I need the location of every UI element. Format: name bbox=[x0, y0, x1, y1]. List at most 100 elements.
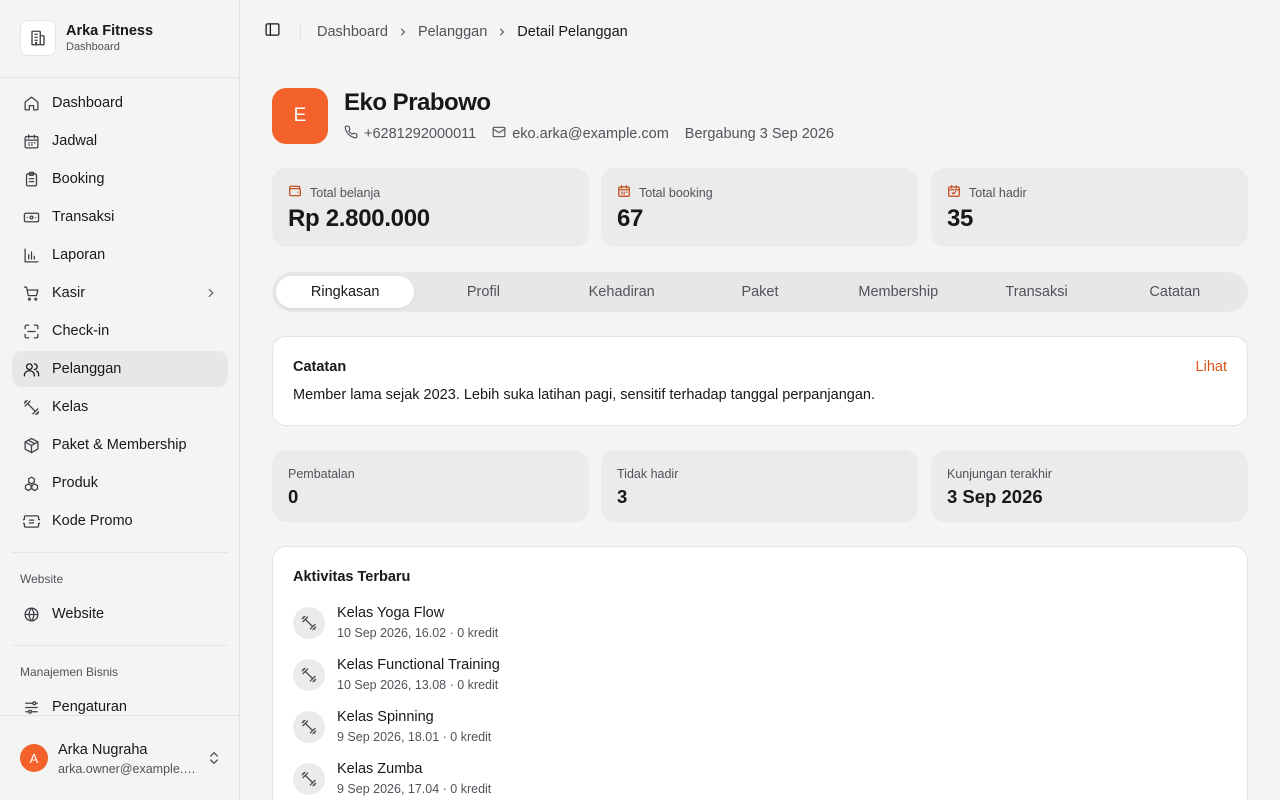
sidebar-item-kasir[interactable]: Kasir bbox=[12, 275, 228, 311]
sidebar-item-pengaturan[interactable]: Pengaturan bbox=[12, 689, 228, 715]
sidebar-item-label: Pelanggan bbox=[52, 361, 122, 377]
calendar-icon bbox=[617, 184, 639, 201]
sidebar-item-label: Produk bbox=[52, 475, 98, 491]
notes-view-link[interactable]: Lihat bbox=[1196, 359, 1227, 375]
sidebar-item-label: Pengaturan bbox=[52, 699, 127, 715]
sidebar-item-transaksi[interactable]: Transaksi bbox=[12, 199, 228, 235]
chevron-right-icon bbox=[397, 26, 409, 38]
tab-transaksi[interactable]: Transaksi bbox=[967, 276, 1105, 308]
stat-label: Tidak hadir bbox=[617, 467, 679, 481]
sidebar-item-label: Paket & Membership bbox=[52, 437, 187, 453]
globe-icon bbox=[22, 605, 40, 623]
calendar-check-icon bbox=[947, 184, 969, 201]
sidebar-item-label: Dashboard bbox=[52, 95, 123, 111]
notes-body: Member lama sejak 2023. Lebih suka latih… bbox=[293, 387, 875, 403]
activity-item-meta: 10 Sep 2026, 16.02 · 0 kredit bbox=[337, 626, 499, 640]
chevron-right-icon bbox=[496, 26, 508, 38]
sidebar-item-check-in[interactable]: Check-in bbox=[12, 313, 228, 349]
sidebar-item-label: Kasir bbox=[52, 285, 86, 301]
sidebar-item-booking[interactable]: Booking bbox=[12, 161, 228, 197]
stat-label: Pembatalan bbox=[288, 467, 355, 481]
sidebar-toggle-button[interactable] bbox=[262, 22, 282, 42]
chevron-right-icon bbox=[204, 286, 218, 305]
breadcrumb-current: Detail Pelanggan bbox=[517, 24, 628, 40]
breadcrumb-dashboard[interactable]: Dashboard bbox=[317, 24, 388, 40]
tab-catatan[interactable]: Catatan bbox=[1106, 276, 1244, 308]
stat-value: 0 bbox=[288, 486, 299, 507]
section-label-website: Website bbox=[20, 572, 64, 586]
activity-item-title: Kelas Zumba bbox=[337, 761, 423, 777]
activity-card: Aktivitas Terbaru Kelas Yoga Flow 10 Sep… bbox=[272, 546, 1248, 800]
sidebar-item-dashboard[interactable]: Dashboard bbox=[12, 85, 228, 121]
tab-membership[interactable]: Membership bbox=[829, 276, 967, 308]
sidebar-item-website[interactable]: Website bbox=[12, 596, 228, 632]
scan-icon bbox=[22, 322, 40, 340]
bar-chart-icon bbox=[22, 246, 40, 264]
sidebar-item-label: Transaksi bbox=[52, 209, 115, 225]
boxes-icon bbox=[22, 474, 40, 492]
activity-item[interactable]: Kelas Yoga Flow 10 Sep 2026, 16.02 · 0 k… bbox=[293, 601, 993, 641]
sidebar-item-kode-promo[interactable]: Kode Promo bbox=[12, 503, 228, 539]
tab-kehadiran[interactable]: Kehadiran bbox=[553, 276, 691, 308]
divider bbox=[300, 22, 301, 42]
activity-item-meta: 9 Sep 2026, 17.04 · 0 kredit bbox=[337, 782, 492, 796]
activity-item[interactable]: Kelas Spinning 9 Sep 2026, 18.01 · 0 kre… bbox=[293, 705, 993, 745]
brand-name: Arka Fitness bbox=[66, 22, 154, 39]
dumbbell-icon bbox=[293, 659, 325, 691]
breadcrumb: Dashboard Pelanggan Detail Pelanggan bbox=[317, 22, 628, 42]
sidebar-item-label: Check-in bbox=[52, 323, 110, 339]
sidebar-item-paket-membership[interactable]: Paket & Membership bbox=[12, 427, 228, 463]
user-menu[interactable]: A Arka Nugraha arka.owner@example.com bbox=[0, 715, 239, 800]
activity-item-meta: 9 Sep 2026, 18.01 · 0 kredit bbox=[337, 730, 492, 744]
activity-item-title: Kelas Yoga Flow bbox=[337, 605, 445, 621]
stat-label: Total hadir bbox=[969, 185, 1027, 200]
stat-card-total-hadir: Total hadir 35 bbox=[931, 168, 1248, 247]
stat-label: Total booking bbox=[639, 185, 713, 200]
sidebar: Arka Fitness Dashboard Dashboard Jadwal … bbox=[0, 0, 240, 800]
user-name: Arka Nugraha bbox=[58, 742, 148, 758]
stat-card-tidak-hadir: Tidak hadir 3 bbox=[601, 450, 918, 522]
brand-subtitle: Dashboard bbox=[66, 40, 120, 53]
customer-email: eko.arka@example.com bbox=[492, 125, 669, 143]
tab-bar: Ringkasan Profil Kehadiran Paket Members… bbox=[272, 272, 1248, 312]
activity-item-title: Kelas Functional Training bbox=[337, 657, 500, 673]
sidebar-item-produk[interactable]: Produk bbox=[12, 465, 228, 501]
activity-item[interactable]: Kelas Functional Training 10 Sep 2026, 1… bbox=[293, 653, 993, 693]
calendar-icon bbox=[22, 132, 40, 150]
sidebar-item-pelanggan[interactable]: Pelanggan bbox=[12, 351, 228, 387]
tab-ringkasan[interactable]: Ringkasan bbox=[276, 276, 415, 308]
activity-item[interactable]: Kelas Zumba 9 Sep 2026, 17.04 · 0 kredit bbox=[293, 757, 993, 797]
panel-left-icon bbox=[264, 21, 281, 43]
sidebar-item-label: Website bbox=[52, 606, 105, 622]
business-nav: Pengaturan bbox=[12, 689, 228, 715]
customer-joined: Bergabung 3 Sep 2026 bbox=[684, 126, 834, 142]
clipboard-icon bbox=[22, 170, 40, 188]
sidebar-item-jadwal[interactable]: Jadwal bbox=[12, 123, 228, 159]
chevrons-up-down-icon[interactable] bbox=[206, 750, 222, 771]
divider bbox=[12, 552, 228, 553]
stat-value: 67 bbox=[617, 205, 644, 232]
tab-profil[interactable]: Profil bbox=[414, 276, 552, 308]
dumbbell-icon bbox=[22, 398, 40, 416]
mail-icon bbox=[492, 125, 512, 143]
ticket-icon bbox=[22, 512, 40, 530]
dumbbell-icon bbox=[293, 711, 325, 743]
dumbbell-icon bbox=[293, 763, 325, 795]
stat-card-total-booking: Total booking 67 bbox=[601, 168, 918, 247]
brand[interactable]: Arka Fitness Dashboard bbox=[20, 20, 153, 56]
stat-card-kunjungan-terakhir: Kunjungan terakhir 3 Sep 2026 bbox=[931, 450, 1248, 522]
customer-avatar: E bbox=[272, 88, 328, 144]
stat-label: Total belanja bbox=[310, 185, 381, 200]
breadcrumb-pelanggan[interactable]: Pelanggan bbox=[418, 24, 487, 40]
divider bbox=[0, 77, 239, 78]
sidebar-item-laporan[interactable]: Laporan bbox=[12, 237, 228, 273]
stat-value: Rp 2.800.000 bbox=[288, 205, 430, 232]
sidebar-item-label: Booking bbox=[52, 171, 105, 187]
customer-phone-text: +6281292000011 bbox=[364, 126, 477, 142]
activity-title: Aktivitas Terbaru bbox=[293, 569, 411, 585]
sidebar-item-kelas[interactable]: Kelas bbox=[12, 389, 228, 425]
banknote-icon bbox=[22, 208, 40, 226]
tab-paket[interactable]: Paket bbox=[691, 276, 829, 308]
avatar: A bbox=[20, 744, 48, 772]
website-nav: Website bbox=[12, 596, 228, 634]
